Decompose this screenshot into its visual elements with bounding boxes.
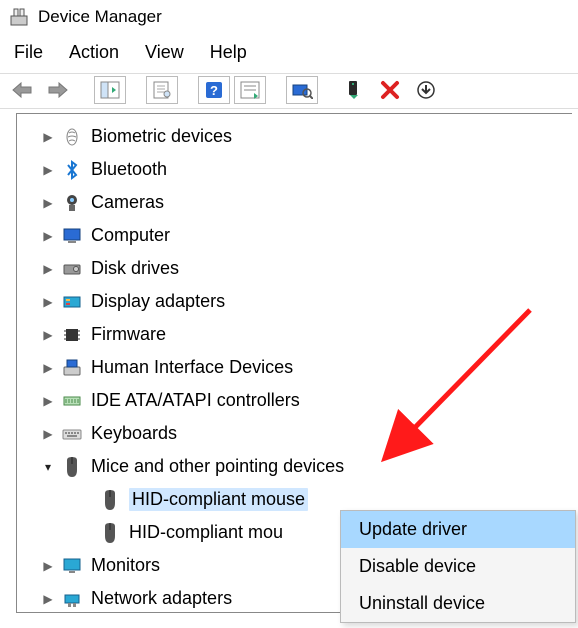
tree-item-bluetooth[interactable]: ▶ Bluetooth <box>17 153 572 186</box>
chevron-right-icon[interactable]: ▶ <box>39 130 57 144</box>
svg-text:?: ? <box>210 83 218 98</box>
chevron-right-icon[interactable]: ▶ <box>39 295 57 309</box>
chevron-down-icon[interactable]: ▾ <box>39 460 57 474</box>
show-hide-tree-button[interactable] <box>94 76 126 104</box>
chevron-right-icon[interactable]: ▶ <box>39 328 57 342</box>
tree-item-label: HID-compliant mou <box>129 522 283 543</box>
menu-help[interactable]: Help <box>210 42 247 63</box>
toolbar: ? <box>0 73 578 109</box>
computer-icon <box>61 225 83 247</box>
app-icon <box>8 6 30 28</box>
tree-item-display[interactable]: ▶ Display adapters <box>17 285 572 318</box>
mouse-icon <box>99 522 121 544</box>
tree-item-ide[interactable]: ▶ IDE ATA/ATAPI controllers <box>17 384 572 417</box>
chevron-right-icon[interactable]: ▶ <box>39 361 57 375</box>
tree-item-label: Firmware <box>91 324 166 345</box>
tree-item-mice[interactable]: ▾ Mice and other pointing devices <box>17 450 572 483</box>
menu-view[interactable]: View <box>145 42 184 63</box>
menu-file[interactable]: File <box>14 42 43 63</box>
hid-icon <box>61 357 83 379</box>
display-adapter-icon <box>61 291 83 313</box>
delete-button[interactable] <box>374 76 406 104</box>
tree-item-keyboards[interactable]: ▶ Keyboards <box>17 417 572 450</box>
chevron-right-icon[interactable]: ▶ <box>39 394 57 408</box>
tree-item-label: Monitors <box>91 555 160 576</box>
mouse-icon <box>99 489 121 511</box>
window-title: Device Manager <box>38 7 162 27</box>
chevron-right-icon[interactable]: ▶ <box>39 427 57 441</box>
title-bar: Device Manager <box>0 0 578 34</box>
monitor-icon <box>61 555 83 577</box>
tree-item-label: Mice and other pointing devices <box>91 456 344 477</box>
tree-item-label: HID-compliant mouse <box>129 488 308 511</box>
ide-icon <box>61 390 83 412</box>
network-icon <box>61 588 83 610</box>
scan-hardware-button[interactable] <box>286 76 318 104</box>
bluetooth-icon <box>61 159 83 181</box>
action-list-button[interactable] <box>234 76 266 104</box>
chevron-right-icon[interactable]: ▶ <box>39 592 57 606</box>
mouse-icon <box>61 456 83 478</box>
firmware-icon <box>61 324 83 346</box>
uninstall-button[interactable] <box>410 76 442 104</box>
disk-icon <box>61 258 83 280</box>
enable-device-button[interactable] <box>338 76 370 104</box>
tree-item-cameras[interactable]: ▶ Cameras <box>17 186 572 219</box>
tree-item-label: Disk drives <box>91 258 179 279</box>
context-update-driver[interactable]: Update driver <box>341 511 575 548</box>
tree-item-label: Bluetooth <box>91 159 167 180</box>
tree-item-label: Keyboards <box>91 423 177 444</box>
menu-action[interactable]: Action <box>69 42 119 63</box>
back-button[interactable] <box>6 76 38 104</box>
context-menu: Update driver Disable device Uninstall d… <box>340 510 576 623</box>
biometric-icon <box>61 126 83 148</box>
camera-icon <box>61 192 83 214</box>
menu-bar: File Action View Help <box>0 34 578 73</box>
chevron-right-icon[interactable]: ▶ <box>39 163 57 177</box>
help-button[interactable]: ? <box>198 76 230 104</box>
tree-item-label: Computer <box>91 225 170 246</box>
tree-item-firmware[interactable]: ▶ Firmware <box>17 318 572 351</box>
tree-item-label: IDE ATA/ATAPI controllers <box>91 390 300 411</box>
tree-item-disk[interactable]: ▶ Disk drives <box>17 252 572 285</box>
context-uninstall-device[interactable]: Uninstall device <box>341 585 575 622</box>
chevron-right-icon[interactable]: ▶ <box>39 229 57 243</box>
forward-button[interactable] <box>42 76 74 104</box>
tree-item-label: Human Interface Devices <box>91 357 293 378</box>
tree-item-label: Cameras <box>91 192 164 213</box>
keyboard-icon <box>61 423 83 445</box>
tree-item-label: Network adapters <box>91 588 232 609</box>
tree-item-label: Display adapters <box>91 291 225 312</box>
chevron-right-icon[interactable]: ▶ <box>39 262 57 276</box>
chevron-right-icon[interactable]: ▶ <box>39 559 57 573</box>
tree-item-computer[interactable]: ▶ Computer <box>17 219 572 252</box>
context-disable-device[interactable]: Disable device <box>341 548 575 585</box>
chevron-right-icon[interactable]: ▶ <box>39 196 57 210</box>
properties-sheet-button[interactable] <box>146 76 178 104</box>
tree-item-label: Biometric devices <box>91 126 232 147</box>
tree-item-biometric[interactable]: ▶ Biometric devices <box>17 120 572 153</box>
tree-item-hid[interactable]: ▶ Human Interface Devices <box>17 351 572 384</box>
